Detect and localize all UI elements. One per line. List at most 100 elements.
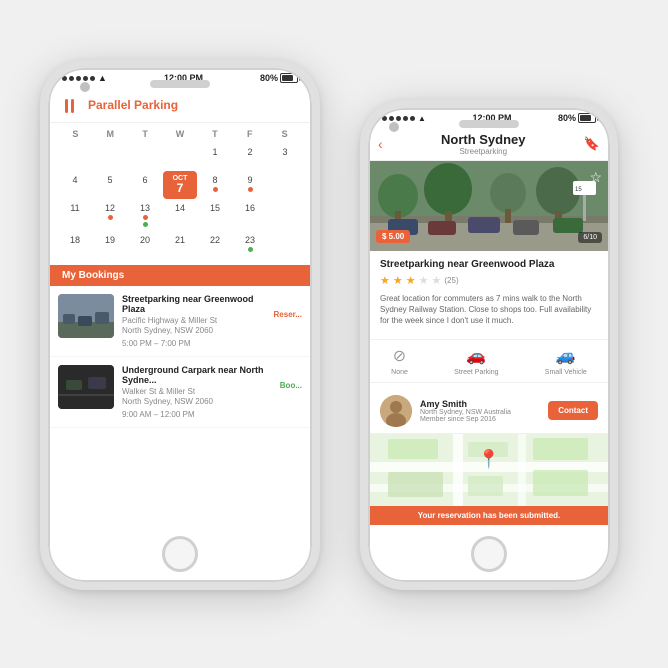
- p2-header: ‹ North Sydney Streetparking 🔖: [368, 128, 610, 161]
- booking-title-2: Underground Carpark near North Sydne...: [122, 365, 272, 385]
- star-2: ★: [393, 274, 403, 287]
- features-row: ⊘ None 🚗 Street Parking 🚙 Small Vehicle: [368, 339, 610, 383]
- feature-none: ⊘ None: [391, 346, 408, 376]
- feature-small-label: Small Vehicle: [545, 369, 587, 376]
- cal-day-s2: S: [267, 129, 302, 139]
- rating-row: ★ ★ ★ ★ ★ (25): [380, 274, 598, 287]
- battery-pct-2: 80%: [558, 113, 576, 123]
- cal-15[interactable]: 15: [198, 199, 232, 231]
- booking-time-2: 9:00 AM – 12:00 PM: [122, 410, 272, 419]
- booking-action-1[interactable]: Reser...: [274, 294, 302, 319]
- cal-2[interactable]: 2: [233, 143, 267, 171]
- booking-time-1: 5:00 PM – 7:00 PM: [122, 339, 266, 348]
- street-img-svg: [58, 294, 114, 338]
- p2-title-block: North Sydney Streetparking: [389, 132, 578, 156]
- cal-21[interactable]: 21: [163, 231, 197, 259]
- cal-row-2: 11 12 13 14 15 16: [58, 199, 302, 231]
- small-car-icon: 🚙: [556, 346, 576, 366]
- cal-16[interactable]: 16: [233, 199, 267, 231]
- phone-1-speaker: [150, 80, 210, 88]
- cal-empty-3: [268, 199, 302, 231]
- cal-5[interactable]: 5: [93, 171, 127, 199]
- cal-6[interactable]: 6: [128, 171, 162, 199]
- cal-12[interactable]: 12: [93, 199, 127, 231]
- wifi-icon-2: ▲: [418, 114, 426, 123]
- star-5: ★: [432, 274, 442, 287]
- host-info: Amy Smith North Sydney, NSW Australia Me…: [420, 399, 540, 423]
- host-location: North Sydney, NSW Australia: [420, 409, 540, 416]
- host-avatar: [380, 395, 412, 427]
- listing-description: Great location for commuters as 7 mins w…: [380, 293, 598, 327]
- cal-today-7[interactable]: OCT 7: [163, 171, 197, 199]
- feature-small: 🚙 Small Vehicle: [545, 346, 587, 376]
- scene: ▲ 12:00 PM 80% Par: [0, 0, 668, 668]
- p2-subtitle: Streetparking: [389, 147, 578, 156]
- map-area: 📍: [368, 434, 610, 506]
- back-button[interactable]: ‹: [378, 136, 383, 152]
- avatar-svg: [380, 395, 412, 427]
- booking-image-2: [58, 365, 114, 409]
- parallel-logo-icon: [62, 94, 84, 116]
- map-pin: 📍: [478, 449, 500, 470]
- cal-13[interactable]: 13: [128, 199, 162, 231]
- booking-item-2[interactable]: Underground Carpark near North Sydne... …: [48, 357, 312, 428]
- cal-empty-2: [268, 171, 302, 199]
- host-member-since: Member since Sep 2016: [420, 416, 540, 423]
- cal-day-s1: S: [58, 129, 93, 139]
- app-logo: Parallel Parking: [62, 94, 178, 116]
- cal-19[interactable]: 19: [93, 231, 127, 259]
- cal-14[interactable]: 14: [163, 199, 197, 231]
- cal-9[interactable]: 9: [233, 171, 267, 199]
- signal-dots: [62, 76, 95, 81]
- none-icon: ⊘: [393, 346, 406, 366]
- booking-title-1: Streetparking near Greenwood Plaza: [122, 294, 266, 314]
- car-icon: 🚗: [466, 346, 486, 366]
- bookmark-button[interactable]: 🔖: [584, 136, 600, 152]
- cal-row-1: 4 5 6 OCT 7 8 9: [58, 171, 302, 199]
- review-count: (25): [444, 276, 458, 285]
- cal-empty: [58, 143, 92, 171]
- cal-20[interactable]: 20: [128, 231, 162, 259]
- phone-2-home-button[interactable]: [471, 536, 507, 572]
- cal-11[interactable]: 11: [58, 199, 92, 231]
- booking-item-1[interactable]: Streetparking near Greenwood Plaza Pacif…: [48, 286, 312, 357]
- cal-18[interactable]: 18: [58, 231, 92, 259]
- cal-row-0: 1 2 3: [58, 143, 302, 171]
- cal-day-t1: T: [128, 129, 163, 139]
- cal-day-w: W: [163, 129, 198, 139]
- booking-address-2: Walker St & Miller St North Sydney, NSW …: [122, 387, 272, 408]
- host-row: Amy Smith North Sydney, NSW Australia Me…: [368, 389, 610, 434]
- cal-22[interactable]: 22: [198, 231, 232, 259]
- phone-2-speaker: [459, 120, 519, 128]
- p2-main-title: North Sydney: [389, 132, 578, 147]
- map-svg: [368, 434, 610, 506]
- cal-23[interactable]: 23: [233, 231, 267, 259]
- cal-8[interactable]: 8: [198, 171, 232, 199]
- phone-1-home-button[interactable]: [162, 536, 198, 572]
- booking-action-2[interactable]: Boo...: [280, 365, 302, 390]
- cal-day-m: M: [93, 129, 128, 139]
- booking-image-1: [58, 294, 114, 338]
- star-3: ★: [406, 274, 416, 287]
- host-name: Amy Smith: [420, 399, 540, 409]
- battery-icon-1: [280, 73, 298, 83]
- cal-3[interactable]: 3: [268, 143, 302, 171]
- battery-area-1: 80%: [260, 73, 298, 83]
- calendar: S M T W T F S 1 2 3: [48, 123, 312, 265]
- cal-empty: [163, 143, 197, 171]
- battery-pct-1: 80%: [260, 73, 278, 83]
- cal-4[interactable]: 4: [58, 171, 92, 199]
- feature-none-label: None: [391, 369, 408, 376]
- cal-1[interactable]: 1: [198, 143, 232, 171]
- brand-name: Parallel Parking: [88, 98, 178, 112]
- favorite-star-icon[interactable]: ☆: [589, 169, 602, 186]
- brand-word-1: Parallel: [88, 98, 131, 112]
- cal-row-3: 18 19 20 21 22 23: [58, 231, 302, 259]
- phone-2: ▲ 12:00 PM 80% ‹ North Sydney Streetpark…: [360, 100, 618, 590]
- parking-image: 15 $ 5.00 6/10 ☆: [368, 161, 610, 251]
- cal-empty-4: [268, 231, 302, 259]
- signal-area-2: ▲: [382, 114, 426, 123]
- svg-text:15: 15: [575, 187, 582, 193]
- contact-button[interactable]: Contact: [548, 401, 598, 420]
- cal-day-t2: T: [197, 129, 232, 139]
